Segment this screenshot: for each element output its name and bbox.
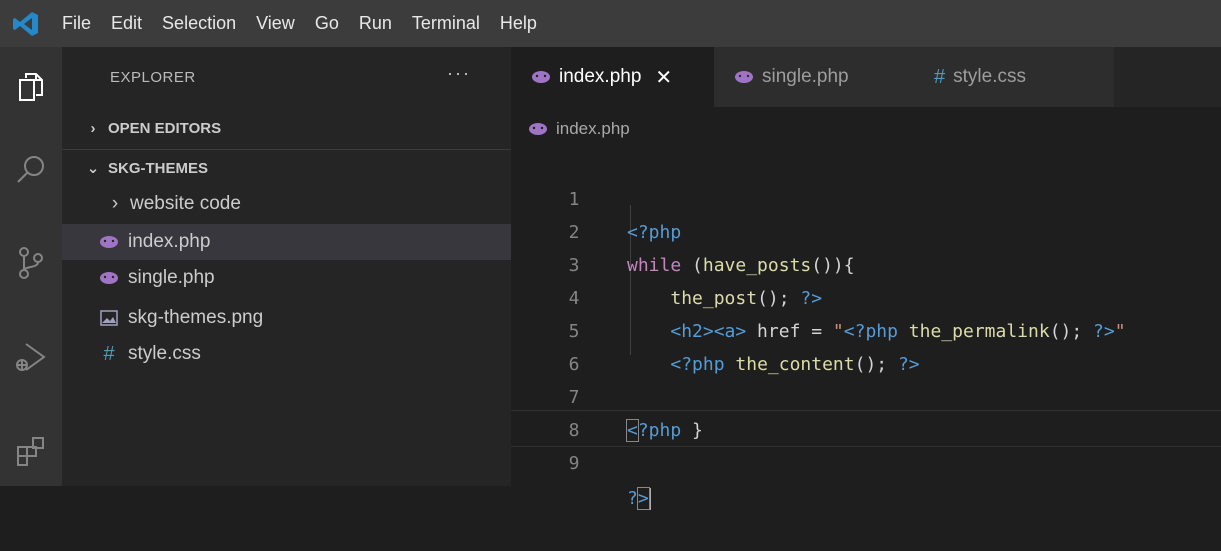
menu-help[interactable]: Help: [490, 0, 547, 47]
close-icon[interactable]: ✕: [655, 65, 672, 90]
line-number: 9: [568, 453, 580, 474]
code-line: 6: [511, 315, 1221, 375]
run-debug-icon[interactable]: [0, 327, 62, 387]
explorer-sidebar: EXPLORER ··· › OPEN EDITORS ⌄ SKG-THEMES…: [62, 47, 511, 486]
chevron-down-icon: ⌄: [86, 160, 100, 177]
code-line: 4 <h2><a> href = "<?php the_permalink();…: [511, 249, 1221, 342]
tree-item-style-css[interactable]: # style.css: [62, 336, 511, 372]
vscode-logo-icon: [0, 0, 52, 47]
extensions-icon[interactable]: [0, 421, 62, 481]
activity-bar: [0, 47, 62, 486]
tree-item-label: index.php: [128, 231, 211, 252]
menu-file[interactable]: File: [52, 0, 101, 47]
php-elephant-icon: [531, 70, 551, 84]
image-file-icon: [98, 308, 120, 328]
files-icon[interactable]: [0, 57, 62, 117]
menu-selection[interactable]: Selection: [152, 0, 246, 47]
tree-item-index-php[interactable]: index.php: [62, 224, 511, 260]
text-cursor: [648, 488, 651, 510]
chevron-right-icon: ›: [90, 119, 96, 137]
menu-go[interactable]: Go: [305, 0, 349, 47]
tree-item-website-code[interactable]: › website code: [62, 186, 511, 222]
php-elephant-icon: [98, 268, 120, 288]
tree-item-label: skg-themes.png: [128, 307, 264, 328]
search-icon[interactable]: [0, 139, 62, 199]
tree-item-label: website code: [130, 193, 241, 214]
tree-item-skg-themes-png[interactable]: skg-themes.png: [62, 300, 511, 336]
css-hash-icon: #: [934, 65, 946, 88]
tab-single-php[interactable]: single.php: [714, 47, 914, 107]
chevron-right-icon: ›: [111, 193, 119, 214]
code-editor[interactable]: 1 <?php 2 while (have_posts()){ 3 the_po…: [511, 146, 1221, 510]
code-line-current: 9 ?>: [511, 410, 1221, 510]
tab-style-css[interactable]: # style.css: [914, 47, 1114, 107]
code-line: 3 the_post(); ?>: [511, 216, 1221, 309]
code-line: 5 <?php the_content(); ?>: [511, 282, 1221, 375]
source-control-icon[interactable]: [0, 233, 62, 293]
php-elephant-icon: [734, 70, 754, 84]
css-hash-icon: #: [103, 342, 115, 365]
php-elephant-icon: [98, 232, 120, 252]
code-line: 2 while (have_posts()){: [511, 183, 1221, 276]
open-editors-section[interactable]: › OPEN EDITORS: [62, 110, 511, 146]
project-label: SKG-THEMES: [108, 159, 209, 177]
code-line: 1 <?php: [511, 150, 1221, 243]
php-elephant-icon: [528, 122, 548, 136]
menu-run[interactable]: Run: [349, 0, 402, 47]
menu-view[interactable]: View: [246, 0, 305, 47]
code-text: ?>: [627, 487, 651, 510]
tab-label: index.php: [559, 66, 642, 87]
explorer-title: EXPLORER: [110, 69, 196, 86]
menu-edit[interactable]: Edit: [101, 0, 152, 47]
breadcrumb-file: index.php: [556, 119, 630, 138]
tab-index-php[interactable]: index.php ✕: [511, 47, 714, 107]
more-actions-icon[interactable]: ···: [447, 63, 471, 84]
project-section[interactable]: ⌄ SKG-THEMES: [62, 150, 511, 186]
open-editors-label: OPEN EDITORS: [108, 119, 222, 137]
code-line: 7 <?php }: [511, 348, 1221, 442]
tab-label: single.php: [762, 66, 849, 87]
menu-terminal[interactable]: Terminal: [402, 0, 490, 47]
tree-item-label: single.php: [128, 267, 215, 288]
tree-item-single-php[interactable]: single.php: [62, 260, 511, 296]
tree-item-label: style.css: [128, 343, 201, 364]
tab-label: style.css: [953, 66, 1026, 87]
menu-bar: File Edit Selection View Go Run Terminal…: [0, 0, 1221, 47]
breadcrumb[interactable]: index.php: [528, 116, 630, 142]
editor-tab-bar: index.php ✕ single.php # style.css: [511, 47, 1221, 107]
